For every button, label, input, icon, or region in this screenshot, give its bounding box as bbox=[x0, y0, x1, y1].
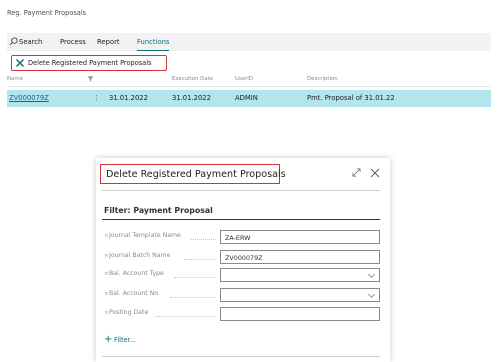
journal-batch-name-input[interactable]: ZV000079Z bbox=[220, 250, 380, 264]
process-tab[interactable]: Process bbox=[60, 38, 86, 46]
remove-x-icon[interactable]: × bbox=[104, 291, 109, 297]
filter-field-journal-template-name: × Journal Template Name ZA-ERW bbox=[96, 230, 390, 244]
plus-icon: + bbox=[104, 334, 113, 345]
remove-x-icon[interactable]: × bbox=[104, 271, 109, 277]
report-tab[interactable]: Report bbox=[97, 38, 120, 46]
grid-divider bbox=[7, 86, 491, 87]
row-description: Pmt. Proposal of 31.01.22 bbox=[307, 94, 395, 102]
dotted-leader bbox=[156, 316, 216, 317]
search-icon bbox=[9, 37, 18, 46]
row-name-link[interactable]: ZV000079Z bbox=[9, 94, 49, 102]
remove-x-icon[interactable]: × bbox=[104, 233, 109, 239]
field-label: Journal Batch Name bbox=[109, 252, 171, 259]
table-row[interactable]: ZV000079Z ⋮ 31.01.2022 31.01.2022 ADMIN … bbox=[7, 90, 491, 107]
add-filter-label: Filter... bbox=[114, 336, 137, 344]
row-user-id: ADMIN bbox=[235, 94, 258, 102]
dotted-leader bbox=[170, 297, 216, 298]
dialog-divider bbox=[102, 190, 380, 191]
column-user-id[interactable]: UserID bbox=[235, 76, 253, 82]
field-label: Bal. Account No. bbox=[109, 290, 160, 297]
filter-field-journal-batch-name: × Journal Batch Name ZV000079Z bbox=[96, 250, 390, 264]
field-label: Journal Template Name bbox=[109, 232, 181, 239]
expand-icon[interactable] bbox=[352, 168, 361, 177]
search-label: Search bbox=[19, 38, 43, 46]
delete-x-icon bbox=[16, 59, 24, 67]
filter-section-title: Filter: Payment Proposal bbox=[104, 206, 213, 215]
posting-date-input[interactable] bbox=[220, 307, 380, 321]
remove-x-icon[interactable]: × bbox=[104, 253, 109, 259]
column-execution-date[interactable]: Execution Date bbox=[172, 76, 213, 82]
row-execution-date: 31.01.2022 bbox=[172, 94, 211, 102]
filter-section-divider bbox=[102, 219, 380, 220]
filter-field-posting-date: × Posting Date bbox=[96, 307, 390, 321]
delete-command-label: Delete Registered Payment Proposals bbox=[28, 59, 152, 67]
column-name[interactable]: Name bbox=[7, 76, 23, 82]
action-bar: Search Process Report Functions bbox=[7, 33, 491, 51]
remove-x-icon[interactable]: × bbox=[104, 310, 109, 316]
dotted-leader bbox=[184, 259, 216, 260]
bal-account-type-select[interactable] bbox=[220, 268, 380, 282]
filter-funnel-icon[interactable] bbox=[87, 76, 94, 82]
dialog-title-box: Delete Registered Payment Proposals bbox=[100, 164, 286, 184]
dialog-title: Delete Registered Payment Proposals bbox=[106, 169, 286, 180]
dialog-bottom-divider bbox=[102, 356, 380, 357]
functions-tab[interactable]: Functions bbox=[137, 38, 170, 51]
row-menu-icon[interactable]: ⋮ bbox=[93, 94, 100, 102]
close-icon[interactable] bbox=[370, 168, 380, 178]
delete-proposals-dialog: Delete Registered Payment Proposals Filt… bbox=[96, 158, 390, 362]
bal-account-no-select[interactable] bbox=[220, 288, 380, 302]
field-label: Bal. Account Type bbox=[109, 270, 164, 277]
page-title: Reg. Payment Proposals bbox=[7, 9, 87, 17]
row-date: 31.01.2022 bbox=[109, 94, 148, 102]
search-action[interactable]: Search bbox=[9, 37, 43, 46]
field-label: Posting Date bbox=[109, 309, 149, 316]
column-description[interactable]: Description bbox=[307, 76, 338, 82]
journal-template-name-input[interactable]: ZA-ERW bbox=[220, 230, 380, 244]
filter-field-bal-account-no: × Bal. Account No. bbox=[96, 288, 390, 302]
dotted-leader bbox=[191, 239, 216, 240]
grid-header: Name Execution Date UserID Description bbox=[7, 75, 491, 85]
dotted-leader bbox=[174, 277, 216, 278]
delete-registered-payment-proposals-button[interactable]: Delete Registered Payment Proposals bbox=[11, 55, 167, 71]
filter-field-bal-account-type: × Bal. Account Type bbox=[96, 268, 390, 282]
